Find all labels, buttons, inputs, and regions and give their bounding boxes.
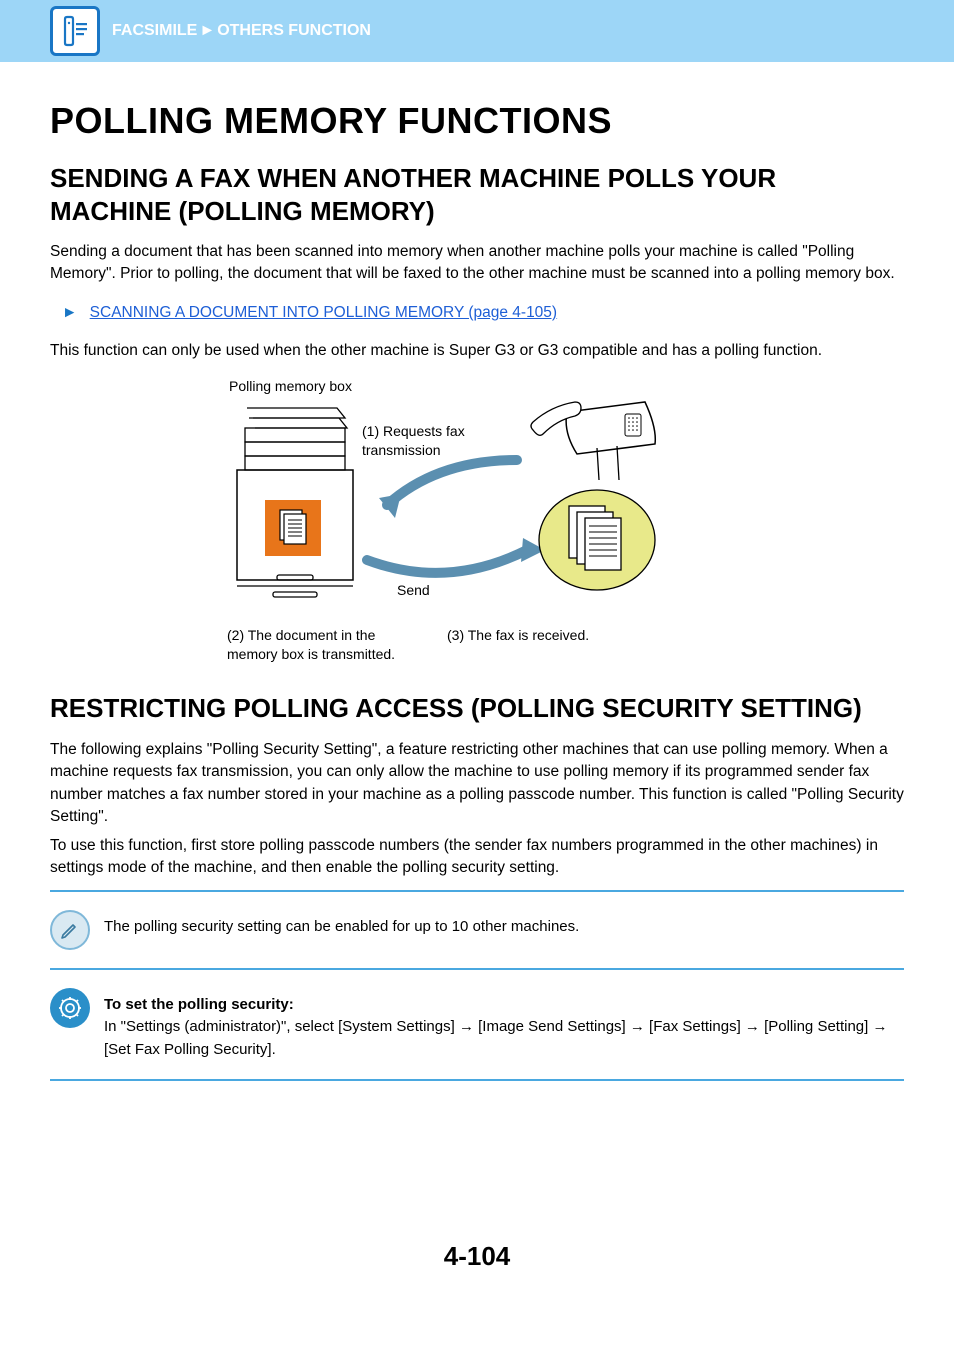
cross-reference-link[interactable]: SCANNING A DOCUMENT INTO POLLING MEMORY … (90, 304, 557, 321)
breadcrumb: FACSIMILE►OTHERS FUNCTION (112, 22, 371, 40)
breadcrumb-section: FACSIMILE (112, 22, 197, 39)
page-title: POLLING MEMORY FUNCTIONS (50, 100, 904, 142)
note-pencil: The polling security setting can be enab… (50, 902, 904, 958)
arrow-right-icon: ► (62, 304, 77, 321)
breadcrumb-bar: FACSIMILE►OTHERS FUNCTION (0, 0, 954, 62)
gear-icon (50, 988, 90, 1028)
pencil-icon (50, 910, 90, 950)
cross-reference-row: ► SCANNING A DOCUMENT INTO POLLING MEMOR… (62, 304, 904, 322)
diagram: Polling memory box (227, 378, 727, 664)
intro-paragraph: Sending a document that has been scanned… (50, 241, 904, 286)
note-gear-title: To set the polling security: (104, 996, 294, 1013)
diagram-top-label: Polling memory box (229, 378, 727, 394)
compatibility-note: This function can only be used when the … (50, 340, 904, 362)
note-gear-body: In "Settings (administrator)", select [S… (104, 1018, 887, 1058)
divider (50, 1079, 904, 1081)
diagram-send-label: Send (397, 582, 430, 598)
divider (50, 890, 904, 892)
section-heading-polling-memory: SENDING A FAX WHEN ANOTHER MACHINE POLLS… (50, 162, 904, 227)
restrict-paragraph-2: To use this function, first store pollin… (50, 835, 904, 880)
memory-box-icon (265, 500, 321, 556)
section-heading-restricting: RESTRICTING POLLING ACCESS (POLLING SECU… (50, 692, 904, 725)
fax-icon (50, 6, 100, 56)
diagram-caption-2: (2) The document in the memory box is tr… (227, 626, 407, 664)
breadcrumb-sub: OTHERS FUNCTION (217, 22, 371, 39)
note-gear: To set the polling security: In "Setting… (50, 980, 904, 1070)
divider (50, 968, 904, 970)
note-pencil-text: The polling security setting can be enab… (104, 910, 579, 939)
restrict-paragraph-1: The following explains "Polling Security… (50, 739, 904, 829)
page-content: POLLING MEMORY FUNCTIONS SENDING A FAX W… (0, 62, 954, 1081)
fax-machine-icon (527, 400, 677, 600)
chevron-right-icon: ► (199, 22, 215, 39)
diagram-caption-3: (3) The fax is received. (447, 626, 647, 664)
page-number: 4-104 (0, 1241, 954, 1302)
note-gear-text: To set the polling security: In "Setting… (104, 988, 904, 1062)
